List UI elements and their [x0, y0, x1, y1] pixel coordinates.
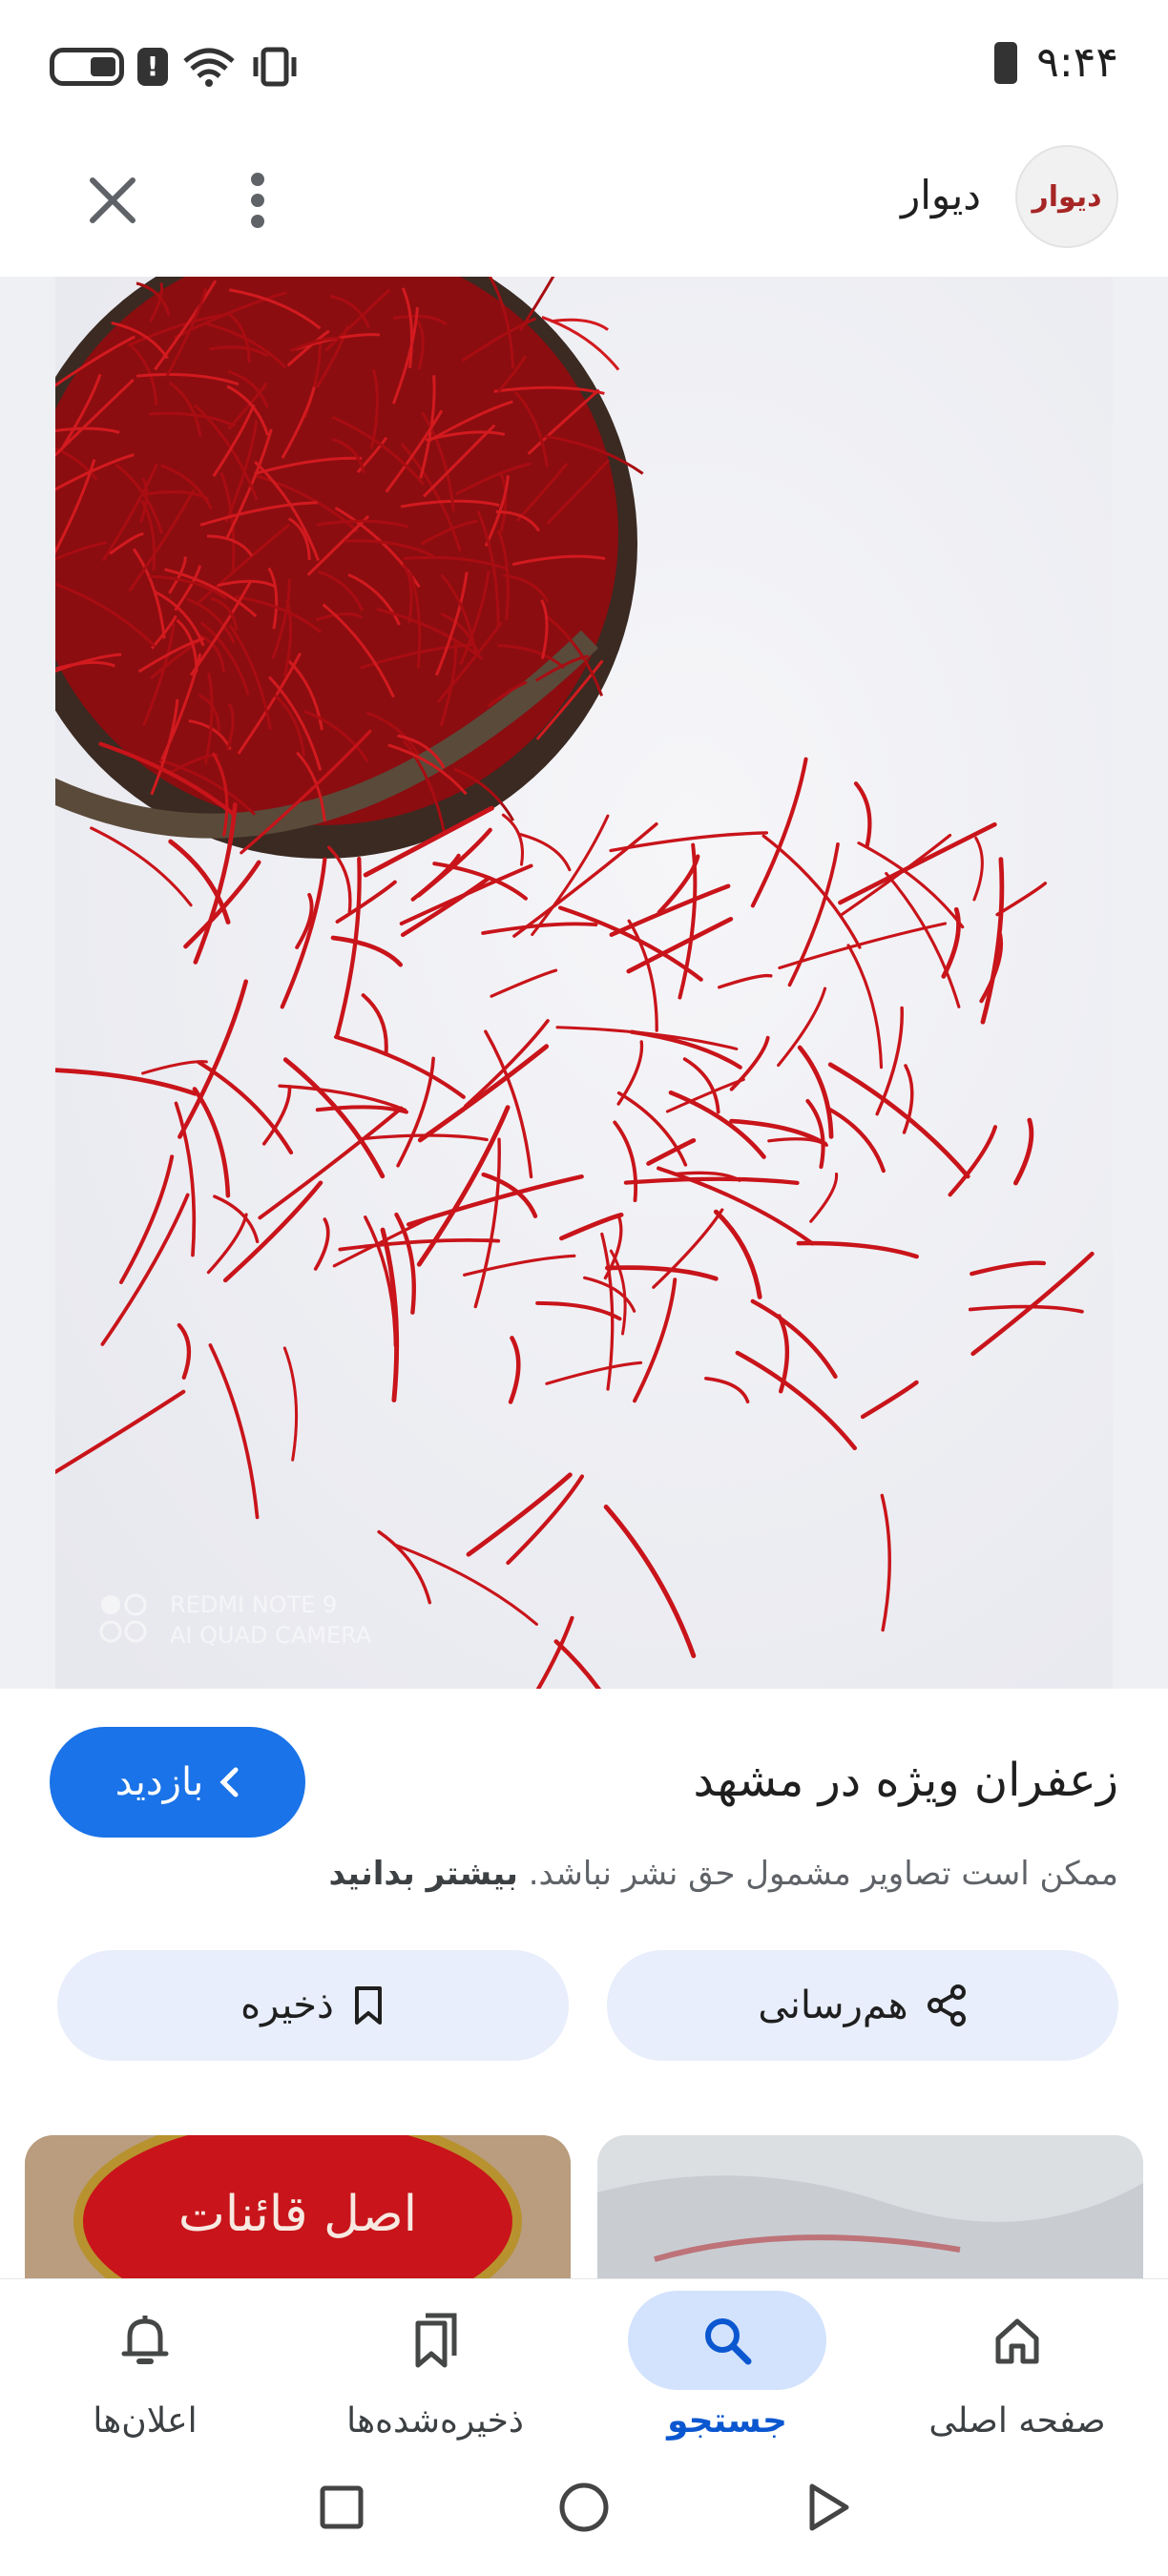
saffron-photo[interactable]: REDMI NOTE 9 AI QUAD CAMERA	[55, 277, 1113, 1689]
save-label: ذخیره	[240, 1984, 334, 2027]
more-vert-icon	[251, 173, 264, 228]
visit-label: بازدید	[115, 1760, 204, 1804]
thumbnail-left-label: اصل قائنات	[178, 2186, 417, 2243]
image-title: زعفران ویژه در مشهد	[693, 1754, 1118, 1807]
home-icon	[995, 2318, 1039, 2364]
share-label: هم‌رسانی	[758, 1984, 908, 2027]
back-button[interactable]	[790, 2469, 866, 2545]
nav-home[interactable]: صفحه اصلی	[874, 2279, 1160, 2441]
nav-saved-label: ذخیره‌شده‌ها	[346, 2401, 524, 2441]
home-system-button[interactable]	[546, 2469, 622, 2545]
battery-icon	[994, 41, 1018, 84]
thumbnail-right-art	[597, 2135, 1143, 2278]
search-icon	[705, 2318, 752, 2365]
share-icon	[927, 1984, 966, 2026]
nav-home-label: صفحه اصلی	[928, 2401, 1106, 2441]
close-button[interactable]	[74, 162, 151, 239]
visit-button[interactable]: بازدید	[50, 1727, 305, 1838]
nav-saved-icon-wrap	[336, 2291, 534, 2390]
watermark-line2: AI QUAD CAMERA	[170, 1622, 372, 1649]
nav-home-icon-wrap	[918, 2291, 1116, 2390]
bookmarks-icon	[415, 2313, 457, 2368]
nav-search-label: جستجو	[667, 2401, 787, 2441]
status-time: ۹:۴۴	[1036, 38, 1118, 87]
battery-saver-icon	[50, 48, 124, 86]
bell-icon	[121, 2316, 169, 2364]
nav-notifications-label: اعلان‌ها	[93, 2401, 198, 2441]
wifi-icon	[183, 48, 235, 87]
chevron-left-icon	[219, 1767, 239, 1797]
status-bar: ! ۹:۴۴	[0, 0, 1168, 134]
system-navigation-bar	[0, 2441, 1168, 2576]
disclaimer-text: ممکن است تصاویر مشمول حق نشر نباشد.	[528, 1855, 1118, 1893]
nav-search[interactable]: جستجو	[584, 2279, 870, 2441]
recents-button[interactable]	[303, 2469, 380, 2545]
alert-icon: !	[137, 48, 168, 86]
share-button[interactable]: هم‌رسانی	[607, 1950, 1118, 2061]
watermark-line1: REDMI NOTE 9	[170, 1591, 337, 1618]
nav-notifications[interactable]: اعلان‌ها	[2, 2279, 288, 2441]
app-bar: دیوار دیوار	[0, 134, 1168, 277]
vibrate-icon	[253, 47, 297, 87]
status-icons-right: ۹:۴۴	[994, 38, 1118, 87]
bottom-navigation: صفحه اصلی جستجو ذخیره‌شده‌ها	[0, 2278, 1168, 2441]
related-image-thumbnail[interactable]	[597, 2135, 1143, 2278]
recents-icon	[320, 2485, 364, 2529]
site-name[interactable]: دیوار	[901, 172, 981, 218]
nav-saved[interactable]: ذخیره‌شده‌ها	[292, 2279, 578, 2441]
nav-notifications-icon-wrap	[46, 2291, 244, 2390]
more-options-button[interactable]	[219, 162, 296, 239]
saffron-photo-svg: REDMI NOTE 9 AI QUAD CAMERA	[55, 277, 1113, 1689]
close-icon	[90, 177, 136, 223]
home-circle-icon	[559, 2483, 609, 2532]
site-logo[interactable]: دیوار	[1015, 145, 1118, 248]
image-viewer[interactable]: REDMI NOTE 9 AI QUAD CAMERA	[0, 277, 1168, 1689]
related-image-thumbnail[interactable]: اصل قائنات	[25, 2135, 571, 2278]
status-icons-left: !	[50, 46, 300, 88]
back-triangle-icon	[809, 2483, 849, 2531]
learn-more-link[interactable]: بیشتر بدانید	[328, 1855, 517, 1893]
thumbnail-left-art: اصل قائنات	[25, 2135, 571, 2278]
save-button[interactable]: ذخیره	[57, 1950, 569, 2061]
copyright-disclaimer: ممکن است تصاویر مشمول حق نشر نباشد. بیشت…	[328, 1855, 1118, 1893]
nav-search-icon-wrap	[628, 2291, 826, 2390]
bookmark-icon	[354, 1986, 382, 2025]
